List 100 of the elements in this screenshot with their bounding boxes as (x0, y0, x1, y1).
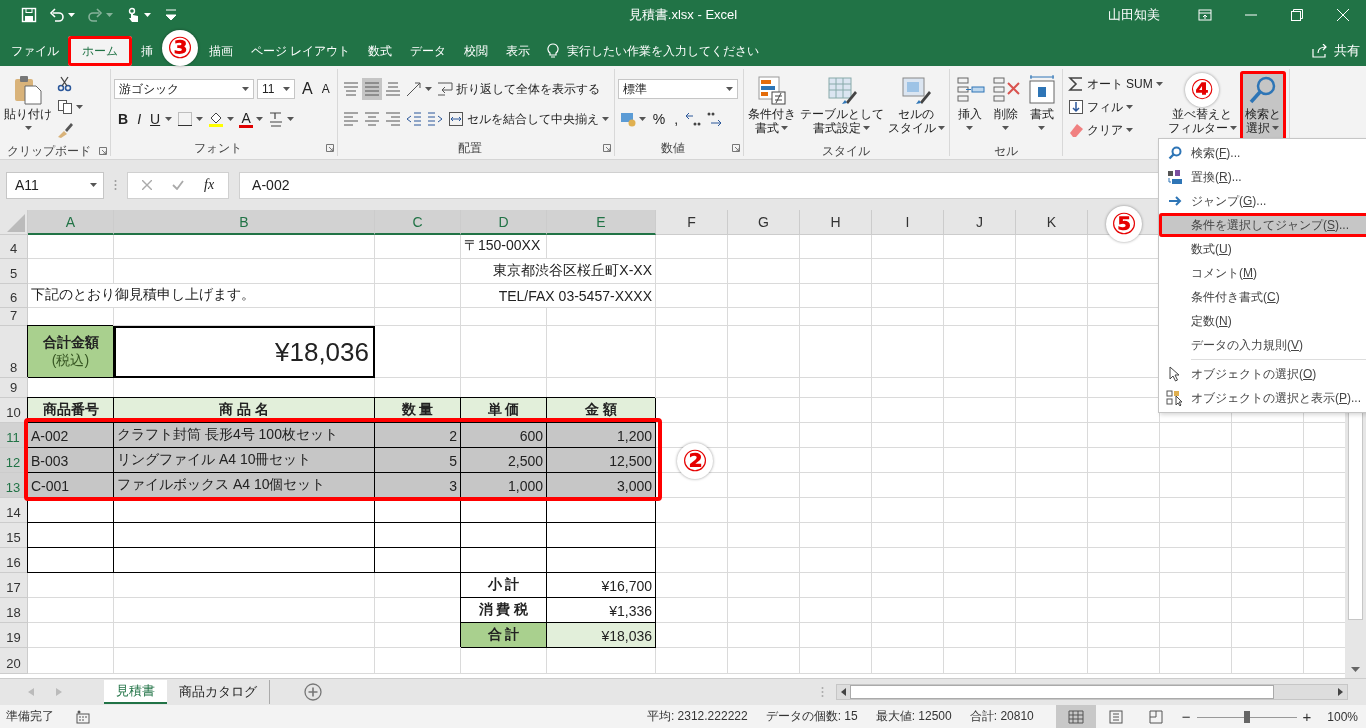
ribbon-button[interactable]: 削除 (988, 71, 1023, 143)
zoom-out-button[interactable]: − (1175, 708, 1197, 725)
empty-cell (1016, 378, 1088, 398)
ribbon-button[interactable]: 挿入 (952, 71, 987, 143)
ribbon-button[interactable]: % (648, 108, 670, 130)
menu-item[interactable]: 定数(N) (1159, 309, 1366, 333)
column-header[interactable]: A (28, 210, 114, 235)
insert-function-button[interactable]: fx (204, 177, 215, 193)
ribbon-button[interactable]: テーブルとして 書式設定 (798, 71, 885, 143)
empty-cell (944, 398, 1016, 423)
ribbon-button[interactable]: A (237, 108, 266, 130)
column-header[interactable]: E (547, 210, 656, 235)
column-header[interactable]: K (1016, 210, 1088, 235)
ribbon-tab[interactable]: 表示 (497, 36, 540, 66)
menu-item[interactable]: 条件を選択してジャンプ(S)... (1159, 213, 1366, 237)
redo-icon (87, 7, 103, 23)
menu-item[interactable]: 検索(F)... (1159, 141, 1366, 165)
menu-item[interactable]: データの入力規則(V) (1159, 333, 1366, 357)
column-header[interactable]: D (461, 210, 547, 235)
step-marker: ④ (1185, 73, 1220, 107)
row-header[interactable]: 6 (0, 284, 28, 308)
menu-item[interactable]: 条件付き書式(C) (1159, 285, 1366, 309)
ribbon-button[interactable]: オート SUM (1065, 73, 1165, 95)
row-header[interactable]: 9 (0, 378, 28, 398)
ribbon-tab[interactable]: 描画 (200, 36, 242, 66)
dialog-launcher-icon[interactable] (731, 144, 740, 152)
ribbon-button[interactable]: フィル (1065, 96, 1135, 118)
view-button[interactable] (1055, 705, 1096, 728)
row-header[interactable]: 16 (0, 548, 28, 573)
table-cell: 3 (375, 473, 461, 498)
row-header[interactable]: 8 (0, 326, 28, 378)
ribbon-button[interactable]: セルの スタイル (886, 71, 946, 143)
column-header[interactable]: G (728, 210, 800, 235)
dialog-launcher-icon[interactable] (325, 144, 334, 152)
add-sheet-icon[interactable] (304, 683, 322, 701)
row-header[interactable]: 19 (0, 623, 28, 648)
column-header[interactable]: B (114, 210, 375, 235)
ribbon-button[interactable]: クリア (1065, 119, 1135, 141)
name-box[interactable]: A11 (6, 171, 104, 199)
column-header[interactable]: I (872, 210, 944, 235)
caret-icon (725, 87, 733, 91)
zoom-in-button[interactable]: + (1296, 708, 1318, 725)
row-header[interactable]: 15 (0, 523, 28, 548)
ribbon-button[interactable]: セルを結合して中央揃え (445, 108, 611, 130)
row-header[interactable]: 20 (0, 648, 28, 674)
dropdown-field[interactable]: 游ゴシック (114, 79, 254, 99)
zoom-slider[interactable] (1196, 709, 1297, 724)
dropdown-field[interactable]: 11 (257, 79, 295, 99)
table-cell: 2 (375, 423, 461, 448)
share-button[interactable]: 共有 (1302, 36, 1366, 66)
dropdown-field[interactable]: 標準 (617, 79, 738, 99)
column-header[interactable]: J (944, 210, 1016, 235)
empty-cell (1160, 448, 1232, 473)
table-cell: 1,000 (461, 473, 547, 498)
row-header[interactable]: 4 (0, 235, 28, 259)
ribbon-tab[interactable]: ファイル (2, 36, 68, 66)
ribbon-button[interactable]: B (114, 108, 133, 130)
empty-cell (872, 598, 944, 623)
ribbon-button[interactable]: A (317, 78, 334, 100)
ribbon-button[interactable]: 折り返して全体を表示する (434, 78, 602, 100)
horizontal-scrollbar[interactable] (836, 684, 1348, 700)
macro-record-icon[interactable] (76, 709, 90, 724)
sheet-tab[interactable]: 商品カタログ (167, 680, 269, 704)
ribbon-button[interactable]: 条件付き 書式 (746, 71, 797, 143)
slider-thumb[interactable] (1243, 710, 1250, 723)
splitter-icon[interactable] (821, 686, 824, 698)
ribbon-tab[interactable]: 挿 (132, 36, 162, 66)
ribbon-tab[interactable]: データ (401, 36, 456, 66)
row-header[interactable]: 17 (0, 573, 28, 598)
row-header[interactable]: 5 (0, 259, 28, 284)
ribbon-tab[interactable]: 数式 (359, 36, 402, 66)
menu-item[interactable]: オブジェクトの選択と表示(P)... (1159, 386, 1366, 410)
ribbon-button[interactable]: , (670, 108, 683, 130)
empty-cell (1016, 523, 1088, 548)
ribbon-button[interactable]: A (298, 78, 317, 100)
column-header[interactable]: C (375, 210, 461, 235)
dialog-launcher-icon[interactable] (99, 147, 107, 155)
column-header[interactable]: H (800, 210, 872, 235)
empty-cell (872, 448, 944, 473)
ribbon-button[interactable]: 書式 (1024, 71, 1059, 143)
ribbon-button[interactable]: 貼り付け (3, 71, 53, 143)
row-header[interactable]: 18 (0, 598, 28, 623)
ribbon-tab[interactable]: 校閲 (455, 36, 498, 66)
ribbon-tab[interactable]: ホーム (68, 36, 132, 66)
empty-cell (1160, 548, 1232, 573)
row-header[interactable]: 7 (0, 308, 28, 326)
cancel-button[interactable] (142, 177, 152, 193)
row-header[interactable]: 14 (0, 498, 28, 523)
ribbon-button[interactable]: I (133, 108, 145, 130)
dialog-launcher-icon[interactable] (602, 144, 611, 152)
ribbon-button[interactable]: U (146, 108, 175, 130)
row-header[interactable]: 10 (0, 398, 28, 423)
ribbon-tab[interactable]: ページ レイアウト (242, 36, 360, 66)
align-top-icon (342, 81, 359, 97)
sheet-tab[interactable]: 見積書 (104, 680, 167, 704)
tell-me-field[interactable]: 実行したい作業を入力してください (565, 43, 800, 59)
menu-item[interactable]: 数式(U) (1159, 237, 1366, 261)
column-header[interactable]: F (656, 210, 728, 235)
menu-item[interactable]: オブジェクトの選択(O) (1159, 362, 1366, 386)
menu-item[interactable]: コメント(M) (1159, 261, 1366, 285)
